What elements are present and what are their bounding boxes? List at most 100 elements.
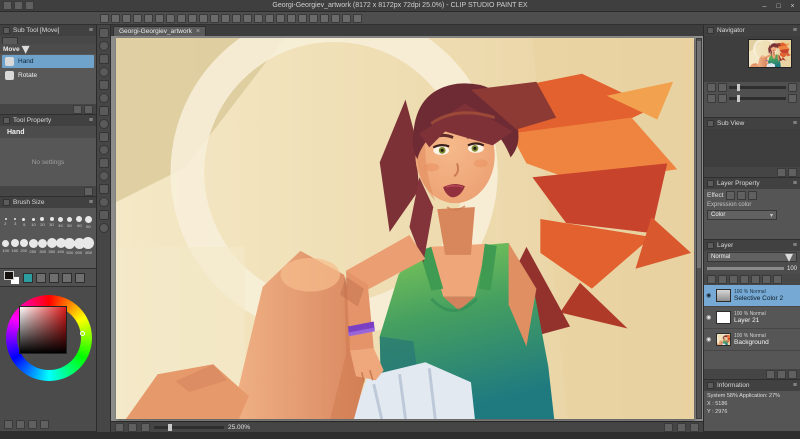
nav-rotate-slider-handle[interactable] bbox=[737, 95, 740, 102]
lock-layer-icon[interactable] bbox=[740, 275, 749, 284]
navigator-preview[interactable] bbox=[704, 36, 800, 82]
sub-tool-group-row[interactable]: Move ▾ bbox=[0, 44, 96, 54]
toolbar-icon[interactable] bbox=[166, 14, 175, 23]
navigate-icon[interactable] bbox=[115, 423, 124, 432]
brush-size-header[interactable]: Brush Size ≡ bbox=[0, 197, 96, 208]
panel-menu-icon[interactable]: ≡ bbox=[793, 180, 797, 187]
tool-icon[interactable] bbox=[99, 28, 109, 38]
toolbar-icon[interactable] bbox=[122, 14, 131, 23]
document-tab[interactable]: Georgi-Georgiev_artwork × bbox=[113, 26, 206, 36]
tool-icon[interactable] bbox=[99, 119, 109, 129]
color-chip[interactable] bbox=[36, 273, 46, 283]
merge-down-icon[interactable] bbox=[766, 370, 775, 379]
lock-transparency-icon[interactable] bbox=[751, 275, 760, 284]
artwork-canvas[interactable] bbox=[116, 38, 694, 419]
zoom-out-icon[interactable] bbox=[128, 423, 137, 432]
delete-layer-icon[interactable] bbox=[773, 275, 782, 284]
toolbar-icon[interactable] bbox=[298, 14, 307, 23]
information-header[interactable]: Information ≡ bbox=[704, 380, 800, 391]
toolbar-icon[interactable] bbox=[309, 14, 318, 23]
tool-icon[interactable] bbox=[99, 197, 109, 207]
toolbar-icon[interactable] bbox=[353, 14, 362, 23]
toolbar-icon[interactable] bbox=[243, 14, 252, 23]
navigator-header[interactable]: Navigator ≡ bbox=[704, 25, 800, 36]
effect-border-icon[interactable] bbox=[726, 191, 735, 200]
color-set-icon[interactable] bbox=[28, 420, 37, 429]
sub-view-body[interactable] bbox=[704, 129, 800, 167]
zoom-slider-handle[interactable] bbox=[168, 424, 172, 431]
layer-row[interactable]: ◉ 100 % Normal Background bbox=[704, 329, 800, 351]
sub-view-header[interactable]: Sub View ≡ bbox=[704, 118, 800, 129]
sub-tool-header[interactable]: Sub Tool [Move] ≡ bbox=[0, 25, 96, 36]
nav-fit-icon[interactable] bbox=[788, 83, 797, 92]
layer-thumbnail[interactable] bbox=[716, 289, 731, 302]
toolbar-icon[interactable] bbox=[133, 14, 142, 23]
sub-tool-tab[interactable] bbox=[2, 37, 18, 44]
toolbar-icon[interactable] bbox=[221, 14, 230, 23]
vertical-scrollbar[interactable] bbox=[696, 38, 702, 419]
tool-icon[interactable] bbox=[99, 132, 109, 142]
brush-size-option[interactable]: 250 bbox=[29, 234, 38, 258]
brush-size-option[interactable]: 60 bbox=[75, 210, 84, 234]
panel-menu-icon[interactable]: ≡ bbox=[89, 117, 93, 124]
toolbar-icon[interactable] bbox=[155, 14, 164, 23]
brush-size-option[interactable]: 80 bbox=[84, 210, 93, 234]
brush-size-option[interactable]: 40 bbox=[56, 210, 65, 234]
color-swatch-pair[interactable] bbox=[4, 271, 20, 285]
tool-icon[interactable] bbox=[99, 158, 109, 168]
opacity-slider[interactable] bbox=[707, 267, 784, 270]
navigator-thumbnail[interactable] bbox=[748, 39, 792, 68]
brush-size-option[interactable]: 50 bbox=[65, 210, 74, 234]
eye-icon[interactable]: ◉ bbox=[706, 292, 713, 299]
tool-icon[interactable] bbox=[99, 145, 109, 155]
toolbar-icon[interactable] bbox=[199, 14, 208, 23]
sub-view-eyedropper-icon[interactable] bbox=[788, 168, 797, 177]
minimize-button[interactable]: – bbox=[759, 3, 770, 10]
maximize-button[interactable]: □ bbox=[773, 3, 784, 10]
toolbar-icon[interactable] bbox=[287, 14, 296, 23]
sub-view-import-icon[interactable] bbox=[777, 168, 786, 177]
layer-property-header[interactable]: Layer Property ≡ bbox=[704, 178, 800, 189]
set-reference-icon[interactable] bbox=[762, 275, 771, 284]
zoom-slider[interactable] bbox=[154, 426, 224, 429]
nav-zoom-out-icon[interactable] bbox=[707, 83, 716, 92]
panel-menu-icon[interactable]: ≡ bbox=[89, 199, 93, 206]
sub-tool-item[interactable]: Rotate bbox=[2, 69, 94, 82]
tab-close-icon[interactable]: × bbox=[196, 28, 200, 35]
toolbar-icon[interactable] bbox=[265, 14, 274, 23]
toolbar-icon[interactable] bbox=[188, 14, 197, 23]
nav-flip-icon[interactable] bbox=[788, 94, 797, 103]
effect-layer-color-icon[interactable] bbox=[748, 191, 757, 200]
transfer-icon[interactable] bbox=[777, 370, 786, 379]
color-wheel-mode-icon[interactable] bbox=[4, 420, 13, 429]
clip-to-layer-icon[interactable] bbox=[729, 275, 738, 284]
nav-rotate-right-icon[interactable] bbox=[718, 94, 727, 103]
eye-icon[interactable]: ◉ bbox=[706, 314, 713, 321]
brush-size-option[interactable]: 500 bbox=[65, 234, 74, 258]
blend-mode-dropdown[interactable]: Normal ▾ bbox=[707, 252, 797, 262]
brush-size-option[interactable]: 2 bbox=[1, 210, 10, 234]
add-sub-tool-icon[interactable] bbox=[73, 105, 82, 114]
brush-size-option[interactable]: 20 bbox=[38, 210, 47, 234]
layer-thumbnail[interactable] bbox=[716, 311, 731, 324]
nav-zoom-in-icon[interactable] bbox=[718, 83, 727, 92]
layer-thumbnail[interactable] bbox=[716, 333, 731, 346]
toolbar-icon[interactable] bbox=[254, 14, 263, 23]
panel-menu-icon[interactable]: ≡ bbox=[89, 27, 93, 34]
brush-size-option[interactable]: 5 bbox=[19, 210, 28, 234]
toolbar-icon[interactable] bbox=[100, 14, 109, 23]
tool-icon[interactable] bbox=[99, 184, 109, 194]
toolbar-icon[interactable] bbox=[331, 14, 340, 23]
toolbar-icon[interactable] bbox=[144, 14, 153, 23]
brush-size-option[interactable]: 350 bbox=[47, 234, 56, 258]
tool-icon[interactable] bbox=[99, 41, 109, 51]
panel-menu-icon[interactable]: ≡ bbox=[793, 27, 797, 34]
effect-tone-icon[interactable] bbox=[737, 191, 746, 200]
brush-size-option[interactable]: 3 bbox=[10, 210, 19, 234]
close-button[interactable]: × bbox=[787, 3, 798, 10]
color-chip[interactable] bbox=[62, 273, 72, 283]
tool-icon[interactable] bbox=[99, 80, 109, 90]
color-chip[interactable] bbox=[23, 273, 33, 283]
brush-size-option[interactable]: 100 bbox=[1, 234, 10, 258]
toolbar-icon[interactable] bbox=[320, 14, 329, 23]
